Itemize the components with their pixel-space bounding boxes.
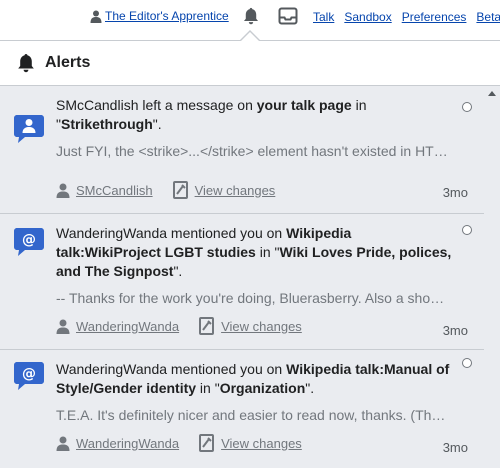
preferences-link[interactable]: Preferences xyxy=(402,10,467,24)
notification-item[interactable]: @ WanderingWanda mentioned you on Wikipe… xyxy=(0,214,484,350)
diff-icon xyxy=(172,181,188,199)
user-icon xyxy=(56,183,70,198)
notification-excerpt: Just FYI, the <strike>...</strike> eleme… xyxy=(56,143,451,159)
diff-icon xyxy=(199,434,215,452)
tray-icon xyxy=(278,7,298,25)
talk-message-icon xyxy=(14,115,44,143)
agent-link[interactable]: SMcCandlish xyxy=(56,183,153,198)
svg-text:@: @ xyxy=(22,232,36,248)
agent-link[interactable]: WanderingWanda xyxy=(56,319,179,334)
popup-caret-inner xyxy=(241,32,259,41)
bell-icon xyxy=(16,53,36,73)
mark-as-read-button[interactable] xyxy=(462,102,472,112)
mark-as-read-button[interactable] xyxy=(462,225,472,235)
notification-item[interactable]: SMcCandlish left a message on your talk … xyxy=(0,96,484,214)
user-link[interactable]: The Editor's Apprentice xyxy=(90,9,229,23)
alerts-popup: Alerts SMcCandlish left a message on you… xyxy=(0,40,500,468)
user-icon xyxy=(56,436,70,451)
notification-timestamp: 3mo xyxy=(442,440,468,455)
user-icon xyxy=(90,10,102,23)
mention-icon: @ xyxy=(14,228,44,256)
notification-list[interactable]: SMcCandlish left a message on your talk … xyxy=(0,86,500,468)
personal-links: Talk Sandbox Preferences Beta xyxy=(313,10,500,24)
notices-button[interactable] xyxy=(277,6,299,26)
view-changes-link[interactable]: View changes xyxy=(199,317,302,335)
notification-item[interactable]: @ WanderingWanda mentioned you on Wikipe… xyxy=(0,350,484,468)
notification-content: SMcCandlish left a message on your talk … xyxy=(56,96,456,161)
agent-link[interactable]: WanderingWanda xyxy=(56,436,179,451)
scroll-up-arrow-icon[interactable] xyxy=(488,91,496,96)
notification-actions: WanderingWanda View changes xyxy=(56,317,322,335)
user-icon xyxy=(56,319,70,334)
diff-icon xyxy=(199,317,215,335)
svg-text:@: @ xyxy=(22,366,36,382)
notification-content: WanderingWanda mentioned you on Wikipedi… xyxy=(56,224,456,308)
notification-actions: WanderingWanda View changes xyxy=(56,434,322,452)
popup-title: Alerts xyxy=(45,54,91,71)
notification-timestamp: 3mo xyxy=(442,323,468,338)
notification-header: WanderingWanda mentioned you on Wikipedi… xyxy=(56,361,450,396)
view-changes-link[interactable]: View changes xyxy=(199,434,302,452)
notification-timestamp: 3mo xyxy=(442,185,468,200)
mark-as-read-button[interactable] xyxy=(462,358,472,368)
popup-header: Alerts xyxy=(0,41,500,86)
notification-excerpt: T.E.A. It's definitely nicer and easier … xyxy=(56,407,451,423)
view-changes-link[interactable]: View changes xyxy=(172,181,275,199)
talk-link[interactable]: Talk xyxy=(313,10,334,24)
notification-header: SMcCandlish left a message on your talk … xyxy=(56,97,367,132)
notification-excerpt: -- Thanks for the work you're doing, Blu… xyxy=(56,290,451,306)
notification-actions: SMcCandlish View changes xyxy=(56,181,295,199)
mention-icon: @ xyxy=(14,362,44,390)
alerts-button[interactable] xyxy=(240,5,262,27)
username-link[interactable]: The Editor's Apprentice xyxy=(105,9,229,23)
sandbox-link[interactable]: Sandbox xyxy=(344,10,391,24)
beta-link[interactable]: Beta xyxy=(476,10,500,24)
notification-content: WanderingWanda mentioned you on Wikipedi… xyxy=(56,360,456,425)
notification-header: WanderingWanda mentioned you on Wikipedi… xyxy=(56,225,452,279)
bell-icon xyxy=(243,7,259,25)
